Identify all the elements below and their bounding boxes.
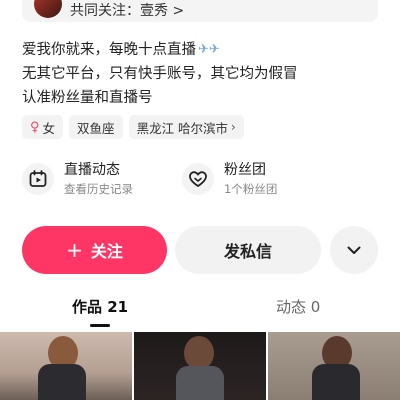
heart-badge-icon (182, 163, 214, 195)
message-button[interactable]: 发私信 (175, 226, 321, 274)
active-tab-indicator (90, 324, 110, 327)
fan-club-entry[interactable]: 粉丝团 1个粉丝团 (182, 160, 277, 198)
works-grid (0, 332, 400, 400)
tag-zodiac-label: 双鱼座 (77, 120, 115, 136)
female-icon: ♀ (30, 119, 40, 135)
tag-gender: ♀ 女 (22, 115, 64, 139)
figure-body (312, 364, 360, 400)
chevron-down-icon (347, 246, 361, 254)
figure-body (38, 364, 86, 400)
profile-bio: 爱我你就来，每晚十点直播 ✈✈ 无其它平台，只有快手账号，其它均为假冒 认准粉丝… (22, 38, 382, 110)
follow-button-label: 关注 (90, 242, 123, 261)
work-thumbnail[interactable] (268, 332, 400, 400)
mutual-follow-bar[interactable]: 共同关注：壹秀 > (22, 0, 378, 22)
airplane-emoji: ✈✈ (198, 42, 220, 57)
live-feed-title: 直播动态 (64, 162, 120, 178)
more-options-button[interactable] (330, 226, 378, 274)
bio-line-text: 认准粉丝量和直播号 (22, 90, 153, 106)
figure-body (176, 366, 224, 400)
chevron-right-icon: › (231, 120, 236, 134)
bio-line: 无其它平台，只有快手账号，其它均为假冒 (22, 62, 382, 86)
profile-tags: ♀ 女 双鱼座 黑龙江 哈尔滨市 › (22, 115, 244, 139)
tag-location[interactable]: 黑龙江 哈尔滨市 › (128, 115, 244, 139)
fan-club-subtitle: 1个粉丝团 (224, 182, 278, 196)
tag-zodiac: 双鱼座 (69, 115, 123, 139)
tag-gender-label: 女 (42, 120, 56, 136)
live-feed-subtitle: 查看历史记录 (64, 182, 133, 196)
message-button-label: 发私信 (223, 242, 272, 261)
bio-line-text: 爱我你就来，每晚十点直播 (22, 42, 196, 58)
mutual-follow-text: 共同关注：壹秀 > (70, 3, 185, 19)
live-feed-entry[interactable]: 直播动态 查看历史记录 (22, 160, 133, 198)
work-thumbnail[interactable] (0, 332, 132, 400)
tab-works[interactable]: 作品 21 (72, 296, 128, 317)
figure-head (184, 336, 214, 370)
avatar (34, 0, 62, 18)
tag-location-label: 黑龙江 哈尔滨市 (136, 120, 229, 136)
plus-icon: + (66, 238, 83, 262)
bio-line: 爱我你就来，每晚十点直播 ✈✈ (22, 38, 382, 62)
bio-line-text: 无其它平台，只有快手账号，其它均为假冒 (22, 66, 298, 82)
follow-button[interactable]: + 关注 (22, 226, 167, 274)
content-tabs: 作品 21 动态 0 (0, 296, 400, 327)
live-calendar-icon (22, 163, 54, 195)
bio-line: 认准粉丝量和直播号 (22, 86, 382, 110)
tab-dynamic[interactable]: 动态 0 (276, 296, 320, 317)
work-thumbnail[interactable] (134, 332, 266, 400)
fan-club-title: 粉丝团 (224, 162, 266, 178)
